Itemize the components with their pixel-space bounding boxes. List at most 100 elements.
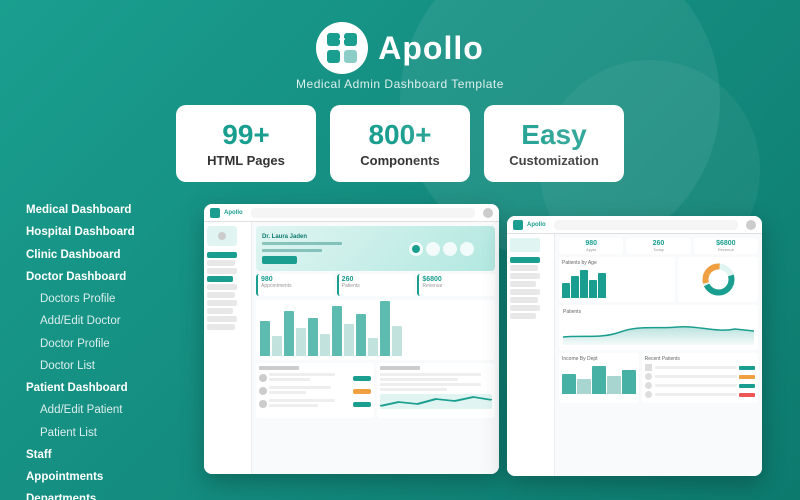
mini-sidebar-menu-10: [207, 324, 235, 330]
mini-hero-text: Dr. Laura Jaden: [262, 234, 403, 264]
mini-row-avatar-2: [645, 373, 652, 380]
sidebar-item-clinic[interactable]: Clinic Dashboard: [26, 245, 200, 266]
mini-sidebar-menu-9: [207, 316, 237, 322]
previews-area: Apollo: [200, 196, 790, 486]
mini-bar-3: [284, 311, 294, 356]
mini-row-text-2: [655, 375, 737, 378]
mini-row-info-2: [655, 375, 737, 378]
mini-activity-row-2: [380, 378, 458, 381]
mini-row-avatar-4: [645, 391, 652, 398]
mini-table-row-1: [645, 364, 755, 371]
mini-stat2-1: 980 Appts: [559, 238, 623, 254]
stat-number-2: 800+: [354, 119, 446, 151]
main-container: Apollo Medical Admin Dashboard Template …: [0, 0, 800, 500]
mini-dept-bars: [562, 364, 636, 394]
sidebar-item-doctors-profile[interactable]: Doctors Profile: [26, 289, 200, 310]
sidebar-item-doctor-profile[interactable]: Doctor Profile: [26, 334, 200, 355]
mini-specialty-icon-1: [409, 242, 423, 256]
mini-appt-item-3: [259, 399, 371, 409]
sidebar-item-doctor-list[interactable]: Doctor List: [26, 356, 200, 377]
mini-sidebar-menu-5: [207, 284, 237, 290]
mini-sparkline: [380, 394, 492, 409]
header: Apollo Medical Admin Dashboard Template: [0, 0, 800, 91]
mini-stat2-lbl-1: Appts: [562, 247, 620, 252]
mini-row-avatar-3: [645, 382, 652, 389]
mini-stat-3: $6800 Revenue: [417, 274, 495, 296]
mini-bar-7: [332, 306, 342, 356]
mini-table-row-4: [645, 391, 755, 398]
mini-age-bars: [562, 268, 672, 298]
dept-bar-3: [592, 366, 606, 394]
mini-hero-icons: [409, 242, 489, 256]
logo-svg: [325, 31, 359, 65]
mini-sidebar2-item-3: [510, 273, 540, 279]
sidebar-item-add-edit-doctor[interactable]: Add/Edit Doctor: [26, 311, 200, 332]
stat-components: 800+ Components: [330, 105, 470, 182]
sidebar-item-add-edit-patient[interactable]: Add/Edit Patient: [26, 400, 200, 421]
mini-appt-name-1: [269, 373, 335, 376]
mini-stat-lbl-2: Patients: [342, 283, 412, 289]
sidebar-item-doctor-dashboard[interactable]: Doctor Dashboard: [26, 267, 200, 288]
logo-title: Apollo: [378, 30, 484, 67]
mini-app-name: Apollo: [224, 210, 243, 216]
mini-stat-2: 260 Patients: [337, 274, 415, 296]
mini-stat2-num-3: $6800: [697, 240, 755, 247]
sidebar-item-appointments[interactable]: Appointments: [26, 467, 200, 488]
mini-row-badge-3: [739, 384, 755, 388]
mini-sidebar-avatar: [218, 232, 226, 240]
mini-bottom-section: [256, 363, 495, 418]
mini-sidebar-menu-6: [207, 292, 235, 298]
mini-donut-chart: [678, 257, 758, 302]
mini-bar-1: [260, 321, 270, 356]
mini-sidebar-menu-1: [207, 252, 237, 258]
sidebar-item-medical[interactable]: Medical Dashboard: [26, 200, 200, 221]
sidebar-item-patient-list[interactable]: Patient List: [26, 423, 200, 444]
mini-layout-2: 980 Appts 260 Today $6800 Revenue: [507, 234, 762, 476]
stat-html-pages: 99+ HTML Pages: [176, 105, 316, 182]
mini-appt-avatar-2: [259, 387, 267, 395]
mini-bar-10: [368, 338, 378, 356]
stats-row: 99+ HTML Pages 800+ Components Easy Cust…: [110, 105, 690, 182]
mini-chart-bars: [256, 300, 495, 360]
mini-stat-lbl-1: Appointments: [261, 283, 331, 289]
mini-sidebar-menu-8: [207, 308, 233, 314]
mini-appointments-title: [259, 366, 299, 370]
mini-bar-4: [296, 328, 306, 356]
mini-stat-num-3: $6800: [422, 276, 492, 283]
mini-row-info-3: [655, 384, 737, 387]
mini-activity-row-3: [380, 383, 481, 386]
age-bar-3: [580, 270, 588, 298]
mini-specialty-icon-2: [426, 242, 440, 256]
mini-row-badge-2: [739, 375, 755, 379]
sidebar-list: Medical Dashboard Hospital Dashboard Cli…: [10, 196, 200, 486]
mini-appt-info-1: [269, 373, 351, 383]
sidebar-item-staff[interactable]: Staff: [26, 445, 200, 466]
logo-subtitle: Medical Admin Dashboard Template: [296, 77, 504, 91]
mini-line-chart-area: Patients: [559, 305, 758, 350]
mini-sidebar2-item-1: [510, 257, 540, 263]
sidebar-item-departments[interactable]: Departments: [26, 489, 200, 500]
mini-row-info-4: [655, 393, 737, 396]
mini-bar-6: [320, 334, 330, 356]
mini-area-chart: [563, 317, 754, 345]
mini-logo-2: [513, 220, 523, 230]
mini-stat2-2: 260 Today: [626, 238, 690, 254]
mini-table-title: Recent Patients: [645, 356, 755, 362]
mini-stat2-lbl-3: Revenue: [697, 247, 755, 252]
mini-dept-chart: Income By Dept: [559, 353, 639, 403]
sidebar-item-patient-dashboard[interactable]: Patient Dashboard: [26, 378, 200, 399]
mini-activity-row-1: [380, 373, 481, 376]
dept-bar-5: [622, 370, 636, 394]
mini-appt-name-2: [269, 386, 331, 389]
dashboard-preview-main: Apollo: [204, 204, 499, 474]
mini-sidebar-2: [507, 234, 555, 476]
mini-patient-table: Recent Patients: [642, 353, 758, 403]
mini-sidebar-menu-3: [207, 268, 237, 274]
mini-row-badge-4: [739, 393, 755, 397]
mini-bar-2: [272, 336, 282, 356]
age-bar-4: [589, 280, 597, 298]
mini-activity-row-4: [380, 388, 447, 391]
mini-appt-badge-3: [353, 402, 371, 407]
sidebar-item-hospital[interactable]: Hospital Dashboard: [26, 222, 200, 243]
mini-topbar-2: Apollo: [507, 216, 762, 234]
